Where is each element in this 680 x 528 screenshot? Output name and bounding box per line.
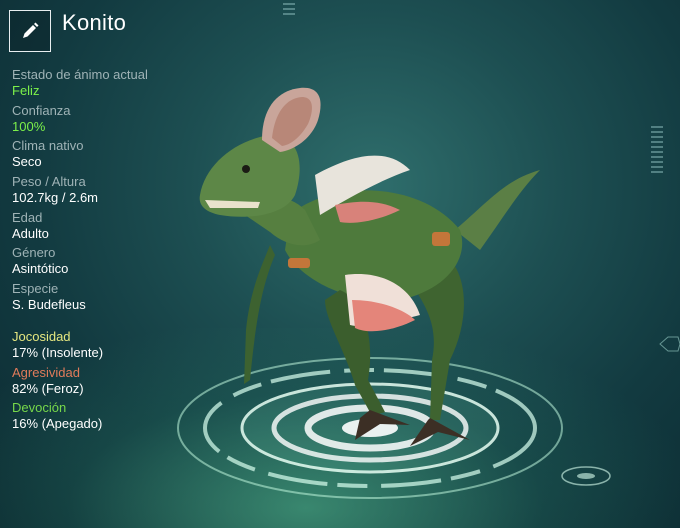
- trait-label: Agresividad: [12, 364, 80, 380]
- stat-species: Especie S. Budefleus: [12, 281, 202, 313]
- pencil-icon: [23, 22, 39, 38]
- pedestal: [177, 357, 611, 499]
- stat-label: Género: [12, 245, 56, 261]
- trait-label: Devoción: [12, 400, 67, 416]
- stat-age: Edad Adulto: [12, 210, 202, 242]
- stat-value: 100%: [12, 118, 46, 134]
- trait-label: Jocosidad: [12, 329, 71, 344]
- stat-label: Peso / Altura: [12, 174, 86, 190]
- trait-jocosidad: Jocosidad 17% (Insolente): [12, 329, 202, 361]
- stat-label: Confianza: [12, 102, 71, 118]
- stat-mood: Estado de ánimo actual Feliz: [12, 67, 202, 99]
- stat-climate: Clima nativo Seco: [12, 138, 202, 170]
- stat-label: Estado de ánimo actual: [12, 67, 148, 82]
- stat-value: Seco: [12, 154, 42, 170]
- stat-value: Feliz: [12, 83, 40, 98]
- stat-label: Clima nativo: [12, 138, 84, 154]
- stat-value: Asintótico: [12, 261, 69, 277]
- creature-name: Konito: [62, 10, 127, 35]
- stat-value: 102.7kg / 2.6m: [12, 190, 98, 206]
- trait-agresividad: Agresividad 82% (Feroz): [12, 365, 202, 397]
- trait-value: 16% (Apegado): [12, 416, 103, 432]
- stat-label: Especie: [12, 281, 59, 297]
- stat-trust: Confianza 100%: [12, 103, 202, 135]
- stat-value: Adulto: [12, 225, 49, 241]
- stat-label: Edad: [12, 209, 43, 225]
- trait-value: 17% (Insolente): [12, 345, 104, 360]
- traits-panel: Jocosidad 17% (Insolente) Agresividad 82…: [12, 329, 202, 436]
- stat-value: S. Budefleus: [12, 297, 86, 313]
- stat-weight-height: Peso / Altura 102.7kg / 2.6m: [12, 174, 202, 206]
- edit-name-button[interactable]: [9, 10, 51, 52]
- stats-panel: Estado de ánimo actual Feliz Confianza 1…: [12, 67, 202, 317]
- trait-devocion: Devoción 16% (Apegado): [12, 400, 202, 432]
- hex-icon: [659, 336, 680, 352]
- creature-image: [199, 87, 540, 446]
- hud-decoration: [283, 3, 663, 173]
- trait-value: 82% (Feroz): [12, 380, 84, 396]
- stat-gender: Género Asintótico: [12, 245, 202, 277]
